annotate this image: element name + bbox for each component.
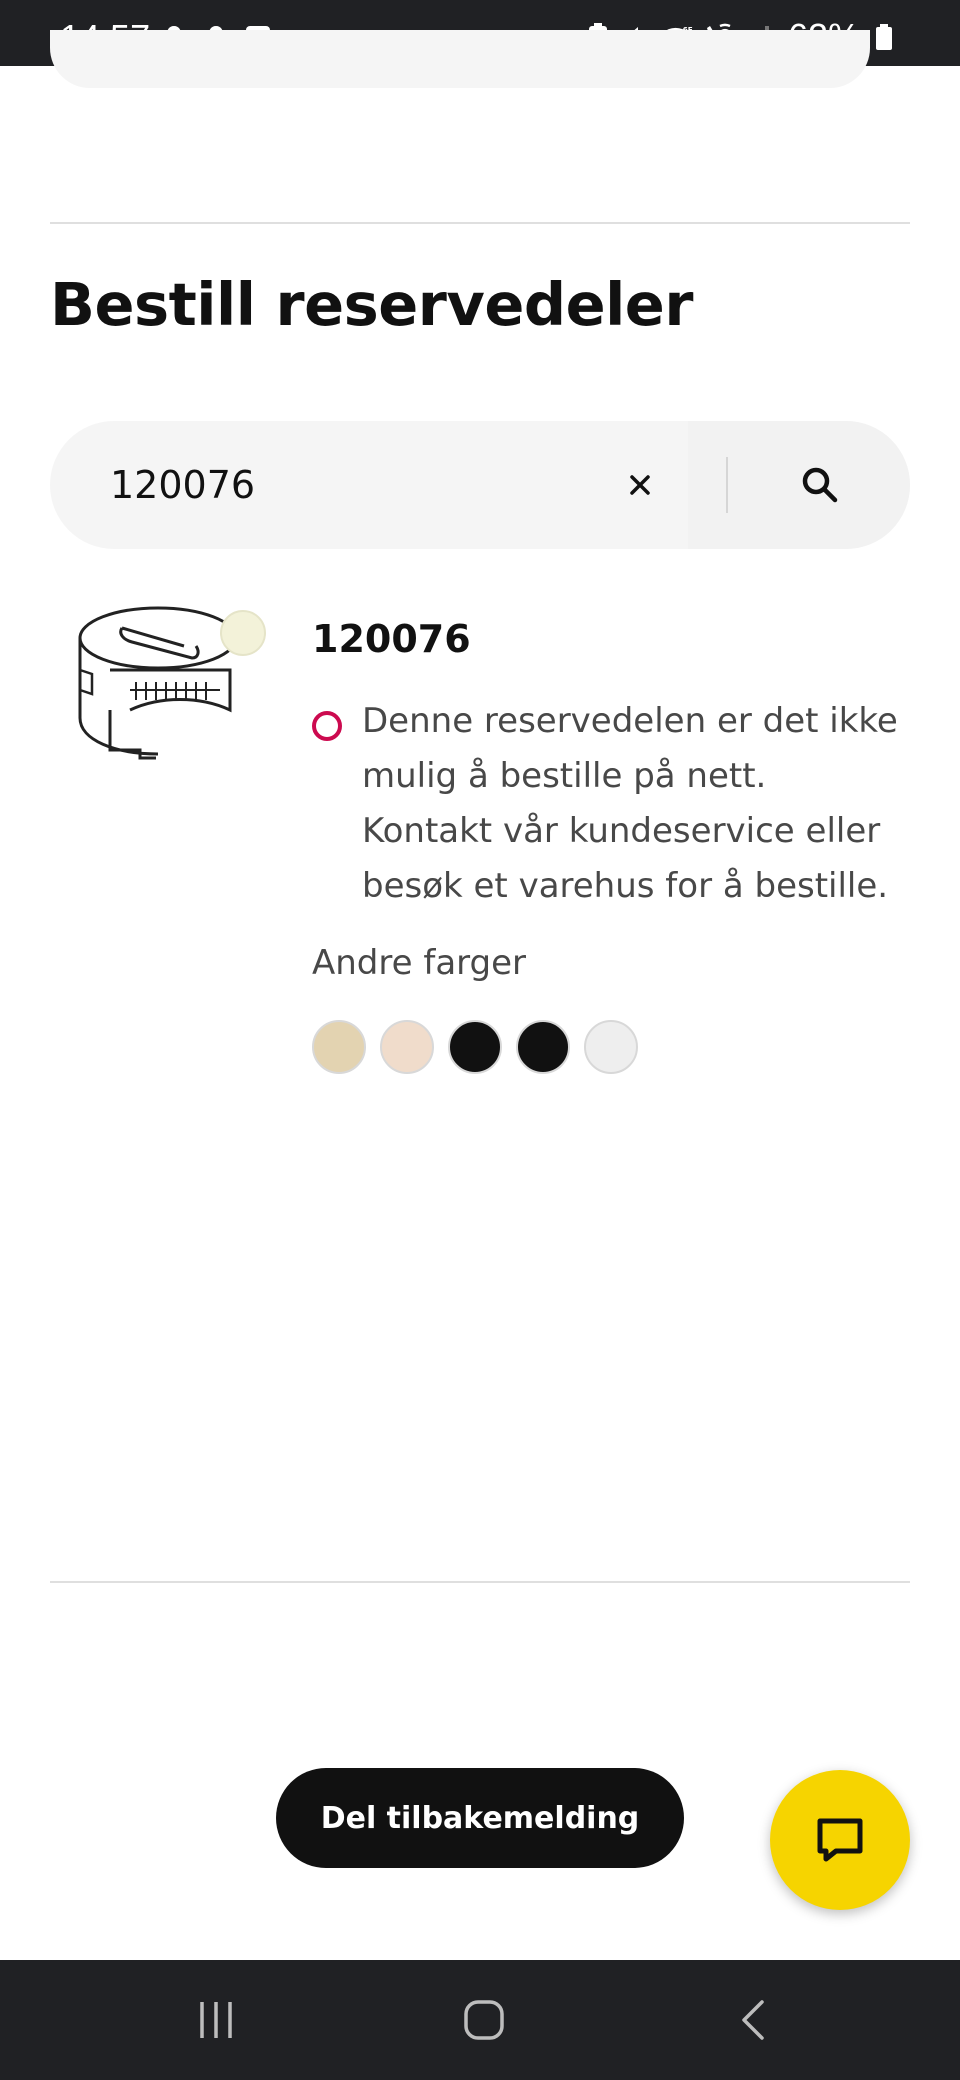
search-button[interactable] (790, 455, 850, 515)
chat-button[interactable] (770, 1770, 910, 1910)
color-swatch[interactable] (584, 1020, 638, 1074)
home-button[interactable] (454, 1990, 514, 2050)
other-colors-label: Andre farger (312, 943, 527, 983)
recent-apps-button[interactable] (186, 1990, 246, 2050)
back-icon (742, 2000, 764, 2040)
close-icon (630, 475, 650, 495)
search-icon (802, 467, 838, 503)
previous-section-card (50, 30, 870, 88)
battery-icon (868, 21, 900, 53)
color-swatches (312, 1020, 638, 1074)
search-input[interactable] (110, 455, 590, 515)
color-swatch[interactable] (448, 1020, 502, 1074)
clear-search-button[interactable] (610, 455, 670, 515)
system-nav-bar (0, 1960, 960, 2080)
search-bar (50, 421, 910, 549)
divider (50, 1581, 910, 1583)
color-swatch[interactable] (312, 1020, 366, 1074)
divider (50, 222, 910, 224)
recent-apps-icon (200, 2002, 232, 2038)
back-button[interactable] (724, 1990, 784, 2050)
product-number: 120076 (312, 617, 471, 661)
search-separator (726, 457, 728, 513)
chat-icon (817, 1818, 863, 1862)
color-swatch[interactable] (516, 1020, 570, 1074)
feedback-button[interactable]: Del tilbakemelding (276, 1768, 684, 1868)
selected-color-dot (220, 610, 266, 656)
unavailable-status-icon (312, 711, 342, 741)
availability-message: Denne reservedelen er det ikke mulig å b… (362, 701, 898, 906)
color-swatch[interactable] (380, 1020, 434, 1074)
home-icon (464, 2000, 504, 2040)
page-title: Bestill reservedeler (50, 270, 693, 339)
